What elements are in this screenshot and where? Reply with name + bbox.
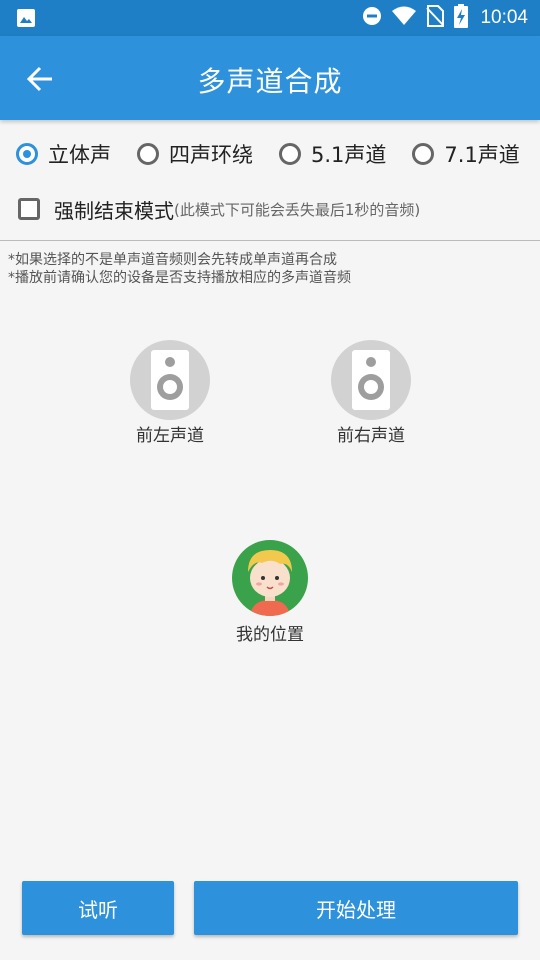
notes: *如果选择的不是单声道音频则会先转成单声道再合成 *播放前请确认您的设备是否支持…	[8, 251, 351, 287]
divider	[0, 240, 540, 241]
clock: 10:04	[480, 7, 528, 28]
force-end-checkbox[interactable]	[18, 198, 40, 220]
note-line: *如果选择的不是单声道音频则会先转成单声道再合成	[8, 252, 337, 268]
radio-quad-surround[interactable]: 四声环绕	[137, 139, 253, 169]
wifi-icon	[392, 6, 417, 30]
do-not-disturb-icon	[362, 6, 382, 30]
start-processing-button[interactable]: 开始处理	[194, 881, 518, 935]
listener-avatar[interactable]	[232, 540, 308, 616]
page-title: 多声道合成	[197, 65, 343, 98]
speaker-icon	[151, 350, 189, 410]
channel-radio-group: 立体声 四声环绕 5.1声道 7.1声道	[16, 136, 540, 172]
radio-label: 5.1声道	[311, 143, 387, 167]
force-end-hint: (此模式下可能会丢失最后1秒的音频)	[174, 200, 421, 219]
radio-button[interactable]	[279, 143, 301, 165]
image-icon	[16, 8, 36, 28]
force-end-option[interactable]: 强制结束模式 (此模式下可能会丢失最后1秒的音频)	[18, 192, 420, 226]
preview-button[interactable]: 试听	[22, 881, 174, 935]
front-right-speaker[interactable]	[331, 340, 411, 420]
note-line: *播放前请确认您的设备是否支持播放相应的多声道音频	[8, 270, 351, 286]
my-position-label: 我的位置	[236, 625, 304, 645]
front-right-label: 前右声道	[337, 426, 405, 446]
radio-label: 立体声	[48, 143, 111, 167]
app-bar: 多声道合成	[0, 36, 540, 120]
radio-button[interactable]	[412, 143, 435, 165]
battery-charging-icon	[454, 4, 469, 32]
front-left-speaker[interactable]	[130, 340, 210, 420]
radio-button[interactable]	[137, 143, 159, 165]
radio-5-1[interactable]: 5.1声道	[279, 139, 386, 169]
radio-button-checked[interactable]	[16, 143, 38, 165]
force-end-label: 强制结束模式	[54, 198, 174, 223]
status-bar: 10:04	[0, 0, 540, 36]
radio-stereo[interactable]: 立体声	[16, 139, 111, 169]
front-left-label: 前左声道	[136, 426, 204, 446]
no-sim-icon	[426, 5, 445, 31]
radio-label: 7.1声道	[444, 143, 520, 167]
radio-label: 四声环绕	[169, 143, 253, 167]
speaker-icon	[352, 350, 390, 410]
radio-7-1[interactable]: 7.1声道	[412, 139, 520, 169]
boy-avatar-icon	[248, 550, 292, 616]
